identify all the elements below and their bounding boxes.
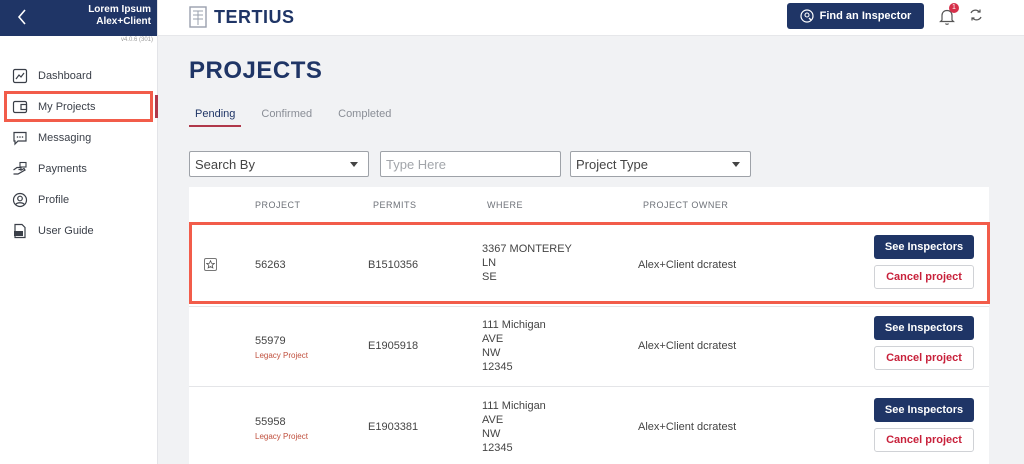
app-version: v4.0.6 (301): [120, 37, 153, 43]
see-inspectors-button[interactable]: See Inspectors: [874, 316, 974, 340]
sidebar-item-profile[interactable]: Profile: [0, 184, 158, 215]
address-line: NW: [482, 347, 501, 359]
project-type-select[interactable]: Project Type: [570, 151, 751, 177]
search-by-select[interactable]: Search By: [189, 151, 369, 177]
permit-number: E1903381: [368, 421, 419, 433]
profile-icon: [12, 192, 28, 208]
sidebar-item-label: Messaging: [38, 131, 92, 144]
table-row: 56263 B1510356 3367 MONTEREY LN SE Alex+…: [189, 222, 989, 306]
address-line: NW: [482, 428, 501, 440]
sidebar-item-my-projects[interactable]: My Projects: [0, 91, 158, 122]
refresh-icon: [970, 9, 982, 21]
where-address: 111 Michigan AVE NW 12345: [482, 318, 546, 374]
project-type-value: Project Type: [576, 156, 649, 172]
favorite-toggle[interactable]: [204, 258, 217, 271]
see-inspectors-button[interactable]: See Inspectors: [874, 235, 974, 259]
legacy-badge: Legacy Project: [255, 351, 308, 360]
sidebar-item-label: User Guide: [38, 224, 94, 237]
project-id: 56263: [255, 259, 286, 271]
logo-icon: [189, 6, 207, 28]
sidebar-item-label: My Projects: [38, 100, 96, 113]
chevron-down-icon: [732, 162, 740, 167]
project-id-cell: 55958 Legacy Project: [255, 415, 308, 444]
address-line: AVE: [482, 414, 504, 426]
table-row: 55979 Legacy Project E1905918 111 Michig…: [189, 306, 989, 386]
project-id: 55979: [255, 335, 286, 347]
cancel-project-button[interactable]: Cancel project: [874, 346, 974, 370]
tab-completed[interactable]: Completed: [332, 108, 397, 127]
dashboard-icon: [12, 68, 28, 84]
project-owner: Alex+Client dcratest: [638, 340, 737, 352]
address-line: 12345: [482, 442, 513, 454]
address-line: 111 Michigan: [482, 400, 546, 412]
see-inspectors-button[interactable]: See Inspectors: [874, 398, 974, 422]
sidebar-header: Lorem Ipsum Alex+Client: [0, 0, 157, 36]
chevron-left-icon: [17, 9, 26, 25]
sidebar-item-label: Dashboard: [38, 69, 92, 82]
permit-number: B1510356: [368, 259, 419, 271]
legacy-badge: Legacy Project: [255, 432, 308, 441]
sidebar-item-messaging[interactable]: Messaging: [0, 122, 158, 153]
project-id-cell: 55979 Legacy Project: [255, 334, 308, 363]
notification-badge: 1: [949, 3, 959, 13]
tab-confirmed[interactable]: Confirmed: [255, 108, 318, 127]
cancel-project-button[interactable]: Cancel project: [874, 428, 974, 452]
address-line: SE: [482, 271, 497, 283]
search-input-wrap: [380, 151, 561, 177]
refresh-button[interactable]: [968, 7, 986, 25]
sidebar: Lorem Ipsum Alex+Client v4.0.6 (301) Das…: [0, 0, 158, 464]
user-block: Lorem Ipsum Alex+Client: [88, 4, 151, 28]
address-line: AVE: [482, 333, 504, 345]
page-title: PROJECTS: [189, 57, 323, 84]
logo-text: TERTIUS: [214, 6, 295, 27]
back-button[interactable]: [12, 6, 32, 28]
sidebar-item-payments[interactable]: Payments: [0, 153, 158, 184]
pdf-icon: [12, 223, 28, 239]
permit-number: E1905918: [368, 340, 419, 352]
payments-icon: [12, 161, 28, 177]
projects-icon: [12, 99, 28, 115]
address-line: 3367 MONTEREY: [482, 243, 572, 255]
search-input[interactable]: [386, 156, 560, 172]
address-line: 111 Michigan: [482, 319, 546, 331]
sidebar-item-user-guide[interactable]: User Guide: [0, 215, 158, 246]
where-address: 3367 MONTEREY LN SE: [482, 242, 572, 284]
sidebar-item-label: Payments: [38, 162, 87, 175]
where-address: 111 Michigan AVE NW 12345: [482, 399, 546, 455]
tab-pending[interactable]: Pending: [189, 108, 242, 127]
user-name: Lorem Ipsum: [88, 4, 151, 15]
user-role: Alex+Client: [96, 16, 151, 27]
tertius-logo[interactable]: TERTIUS: [188, 5, 295, 29]
cancel-project-button[interactable]: Cancel project: [874, 265, 974, 289]
sidebar-item-dashboard[interactable]: Dashboard: [0, 60, 158, 91]
column-header-project: PROJECT: [255, 200, 301, 210]
project-owner: Alex+Client dcratest: [638, 259, 737, 271]
column-header-where: WHERE: [487, 200, 523, 210]
sidebar-nav: Dashboard My Projects Messaging Payments…: [0, 60, 158, 246]
address-line: 12345: [482, 361, 513, 373]
table-row: 55958 Legacy Project E1903381 111 Michig…: [189, 386, 989, 464]
find-inspector-label: Find an Inspector: [819, 10, 912, 22]
projects-table: PROJECT PERMITS WHERE PROJECT OWNER 5626…: [189, 187, 989, 464]
project-owner: Alex+Client dcratest: [638, 421, 737, 433]
column-header-permits: PERMITS: [373, 200, 417, 210]
search-by-value: Search By: [195, 156, 255, 172]
chat-icon: [12, 130, 28, 146]
project-id: 55958: [255, 416, 286, 428]
project-tabs: Pending Confirmed Completed: [189, 108, 411, 127]
sidebar-item-label: Profile: [38, 193, 70, 206]
find-inspector-button[interactable]: Find an Inspector: [787, 3, 924, 29]
star-icon: [206, 260, 215, 269]
chevron-down-icon: [350, 162, 358, 167]
address-line: LN: [482, 257, 497, 269]
search-person-icon: [800, 9, 814, 23]
top-header: TERTIUS Find an Inspector 1: [158, 0, 1024, 36]
column-header-owner: PROJECT OWNER: [643, 200, 729, 210]
